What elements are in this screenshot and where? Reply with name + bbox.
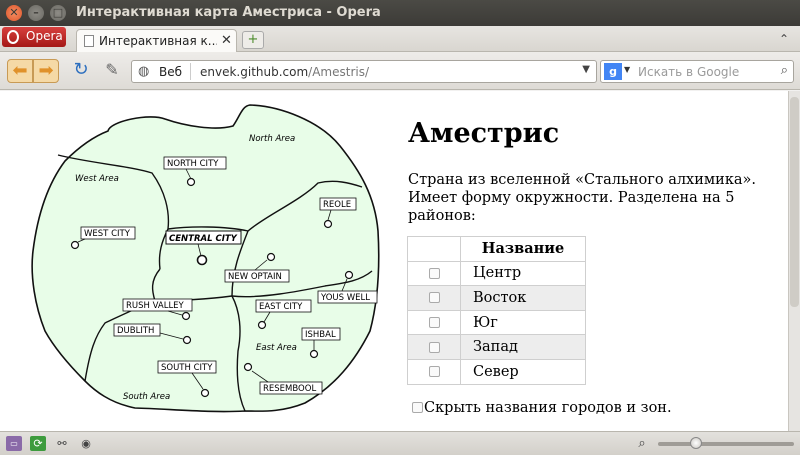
city-label-central-city: CENTRAL CITY: [169, 234, 238, 244]
city-label-east-city: EAST CITY: [259, 302, 303, 312]
table-header-name: Название: [460, 236, 586, 262]
table-cell-checkbox: [407, 358, 461, 385]
table-cell-name: Центр: [460, 260, 586, 287]
new-tab-button[interactable]: +: [242, 31, 264, 49]
table-header-checkbox-col: [407, 236, 461, 262]
map-area-north: North Area: [249, 134, 295, 144]
table-cell-name: Юг: [460, 309, 586, 336]
table-cell-name: Север: [460, 358, 586, 385]
opera-logo-icon: [7, 30, 19, 44]
district-checkbox-east[interactable]: [428, 292, 440, 304]
district-checkbox-center[interactable]: [428, 267, 440, 279]
scrollbar-thumb[interactable]: [790, 97, 799, 307]
address-url[interactable]: envek.github.com/Amestris/: [200, 65, 369, 79]
search-box[interactable]: g ▼ Искать в Google ⌕: [600, 60, 794, 83]
map-area-west: West Area: [75, 174, 119, 184]
city-label-rush-valley: RUSH VALLEY: [126, 301, 185, 311]
edit-site-prefs-icon[interactable]: ✎: [100, 59, 124, 83]
address-bar[interactable]: ◍ Веб envek.github.com/Amestris/ ▼: [131, 60, 597, 83]
hide-names-checkbox[interactable]: [412, 401, 423, 413]
city-label-reole: REOLE: [323, 200, 351, 210]
address-type-label: Веб: [159, 65, 183, 79]
reload-button[interactable]: ↻: [69, 59, 93, 83]
tab-active[interactable]: Интерактивная к... ✕: [76, 29, 237, 52]
forward-button[interactable]: ➡: [33, 59, 59, 83]
hide-names-option[interactable]: Скрыть названия городов и зон.: [412, 400, 672, 416]
district-table: Название Центр Восток Юг Запад Север: [407, 236, 586, 385]
window-minimize-button[interactable]: –: [28, 5, 44, 21]
tab-close-icon[interactable]: ✕: [221, 33, 232, 48]
tab-bar: Opera Интерактивная к... ✕ + ⌃: [0, 26, 800, 52]
tab-label: Интерактивная к...: [99, 34, 217, 48]
table-row[interactable]: Запад: [407, 334, 586, 360]
tab-menu-icon[interactable]: ⌃: [779, 32, 789, 46]
table-cell-checkbox: [407, 285, 461, 311]
map-area-south: South Area: [123, 392, 170, 402]
url-path: /Amestris/: [308, 65, 370, 79]
hide-names-label: Скрыть названия городов и зон.: [424, 400, 672, 416]
city-label-ishbal: ISHBAL: [305, 330, 336, 340]
panel-toggle-icon[interactable]: ▭: [6, 436, 22, 451]
table-cell-name: Запад: [460, 334, 586, 360]
zoom-slider[interactable]: [658, 437, 794, 449]
district-checkbox-south[interactable]: [428, 317, 440, 329]
district-checkbox-west[interactable]: [428, 341, 440, 353]
page-description: Страна из вселенной «Стального алхимика»…: [408, 172, 757, 224]
page-favicon-icon: [84, 35, 94, 47]
page-title: Аместрис: [408, 118, 560, 149]
search-input[interactable]: Искать в Google: [638, 65, 739, 79]
vertical-scrollbar[interactable]: [788, 91, 800, 431]
table-cell-checkbox: [407, 334, 461, 360]
window-close-button[interactable]: ✕: [6, 5, 22, 21]
table-cell-checkbox: [407, 260, 461, 287]
table-row[interactable]: Центр: [407, 260, 586, 287]
city-label-west-city: WEST CITY: [84, 229, 131, 239]
table-cell-name: Восток: [460, 285, 586, 311]
address-separator: [190, 63, 191, 80]
table-header-row: Название: [407, 236, 586, 262]
search-icon[interactable]: ⌕: [781, 63, 788, 78]
amestris-map: North Area West Area East Area South Are…: [31, 104, 380, 413]
district-checkbox-north[interactable]: [428, 366, 440, 378]
opera-menu-label: Opera: [26, 29, 63, 43]
url-host: envek.github.com: [200, 65, 309, 79]
engine-dropdown-icon[interactable]: ▼: [624, 65, 630, 74]
city-label-south-city: SOUTH CITY: [161, 363, 213, 373]
window-title: Интерактивная карта Аместриса - Opera: [76, 5, 381, 20]
table-cell-checkbox: [407, 309, 461, 336]
navigation-bar: ⬅ ➡ ↻ ✎ ◍ Веб envek.github.com/Amestris/…: [0, 52, 800, 90]
window-titlebar: ✕ – □ Интерактивная карта Аместриса - Op…: [0, 0, 800, 26]
sync-icon[interactable]: ⟳: [30, 436, 46, 451]
globe-icon: ◍: [138, 64, 150, 79]
zoom-slider-knob[interactable]: [690, 437, 703, 449]
city-label-yous-well: YOUS WELL: [320, 293, 370, 303]
window-maximize-button[interactable]: □: [50, 5, 66, 21]
unite-icon[interactable]: ⚯: [54, 436, 70, 451]
table-row[interactable]: Север: [407, 358, 586, 385]
table-row[interactable]: Восток: [407, 285, 586, 311]
map-area-east: East Area: [256, 343, 297, 353]
back-button[interactable]: ⬅: [7, 59, 33, 83]
opera-menu-button[interactable]: Opera: [2, 27, 66, 47]
city-label-new-optain: NEW OPTAIN: [228, 272, 282, 282]
city-label-dublith: DUBLITH: [117, 326, 154, 336]
city-label-north-city: NORTH CITY: [167, 159, 219, 169]
table-row[interactable]: Юг: [407, 309, 586, 336]
turbo-icon[interactable]: ◉: [78, 436, 94, 451]
city-label-resembool: RESEMBOOL: [263, 384, 316, 394]
address-dropdown-icon[interactable]: ▼: [582, 64, 590, 75]
google-engine-icon[interactable]: g: [604, 63, 622, 80]
zoom-icon[interactable]: ⌕: [634, 436, 650, 451]
page-content: North Area West Area East Area South Are…: [0, 91, 788, 431]
status-bar: ▭ ⟳ ⚯ ◉ ⌕: [0, 431, 800, 455]
